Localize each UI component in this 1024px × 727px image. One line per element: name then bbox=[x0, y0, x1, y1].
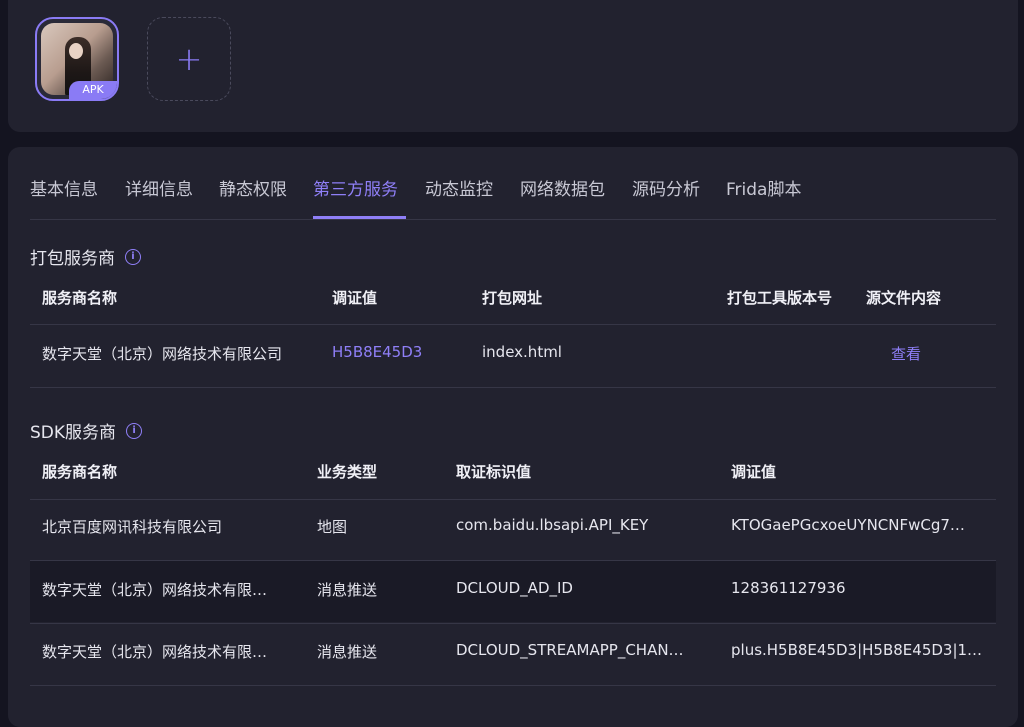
analysis-panel: 基本信息 详细信息 静态权限 第三方服务 动态监控 网络数据包 源码分析 Fri… bbox=[8, 147, 1018, 727]
sdk-row-vendor: 北京百度网讯科技有限公司 bbox=[42, 518, 223, 536]
info-icon[interactable]: i bbox=[126, 422, 143, 439]
packer-header-source: 源文件内容 bbox=[866, 289, 942, 307]
tab-bar: 基本信息 详细信息 静态权限 第三方服务 动态监控 网络数据包 源码分析 Fri… bbox=[30, 163, 996, 220]
sdk-row-value: KTOGaePGcxoeUYNCNFwCg7… bbox=[731, 516, 965, 534]
sdk-row-vendor: 数字天堂（北京）网络技术有限… bbox=[42, 643, 268, 661]
packer-url-cell: index.html bbox=[482, 343, 562, 361]
sdk-row-vendor: 数字天堂（北京）网络技术有限… bbox=[42, 581, 268, 599]
tab-third-party-services[interactable]: 第三方服务 bbox=[313, 175, 398, 200]
sdk-row-type: 消息推送 bbox=[317, 643, 378, 661]
divider bbox=[30, 623, 996, 624]
packer-title-text: 打包服务商 bbox=[30, 249, 115, 269]
sdk-section-title: SDK服务商 i bbox=[30, 418, 143, 443]
packer-vendor-cell: 数字天堂（北京）网络技术有限公司 bbox=[42, 345, 283, 363]
divider bbox=[30, 387, 996, 388]
sdk-row-value: 128361127936 bbox=[731, 579, 846, 597]
divider bbox=[30, 685, 996, 686]
apk-thumbnail[interactable]: APK bbox=[35, 17, 119, 101]
tab-detail-info[interactable]: 详细信息 bbox=[125, 175, 193, 200]
packer-evidence-link[interactable]: H5B8E45D3 bbox=[332, 343, 422, 361]
info-icon[interactable]: i bbox=[125, 248, 141, 265]
add-app-button[interactable]: + bbox=[147, 17, 231, 101]
sdk-row-key: DCLOUD_AD_ID bbox=[456, 579, 573, 597]
packer-header-vendor: 服务商名称 bbox=[42, 289, 118, 307]
tab-basic-info[interactable]: 基本信息 bbox=[30, 175, 98, 200]
sdk-header-value: 调证值 bbox=[731, 463, 777, 481]
sdk-row-key: com.baidu.lbsapi.API_KEY bbox=[456, 516, 649, 534]
tab-source-analysis[interactable]: 源码分析 bbox=[632, 175, 700, 200]
sdk-row-type: 消息推送 bbox=[317, 581, 378, 599]
packer-header-version: 打包工具版本号 bbox=[727, 289, 833, 307]
plus-icon: + bbox=[175, 40, 203, 78]
tab-dynamic-monitor[interactable]: 动态监控 bbox=[425, 175, 493, 200]
packer-header-evidence: 调证值 bbox=[332, 289, 378, 307]
sdk-row-key: DCLOUD_STREAMAPP_CHAN… bbox=[456, 641, 684, 659]
sdk-header-type: 业务类型 bbox=[317, 463, 378, 481]
divider bbox=[30, 499, 996, 500]
tab-frida-script[interactable]: Frida脚本 bbox=[726, 175, 801, 200]
apk-badge: APK bbox=[69, 81, 117, 99]
tab-static-permissions[interactable]: 静态权限 bbox=[219, 175, 287, 200]
view-source-link[interactable]: 查看 bbox=[891, 343, 921, 364]
sdk-header-vendor: 服务商名称 bbox=[42, 463, 118, 481]
tab-network-packets[interactable]: 网络数据包 bbox=[520, 175, 605, 200]
active-tab-indicator bbox=[313, 216, 406, 219]
packer-section-title: 打包服务商 i bbox=[30, 244, 141, 269]
packer-header-url: 打包网址 bbox=[482, 289, 543, 307]
sdk-header-key: 取证标识值 bbox=[456, 463, 532, 481]
sdk-row-type: 地图 bbox=[317, 518, 348, 536]
app-icon-face bbox=[69, 43, 83, 59]
sdk-title-text: SDK服务商 bbox=[30, 423, 117, 443]
sdk-row-value: plus.H5B8E45D3|H5B8E45D3|1… bbox=[731, 641, 983, 659]
divider bbox=[30, 324, 996, 325]
